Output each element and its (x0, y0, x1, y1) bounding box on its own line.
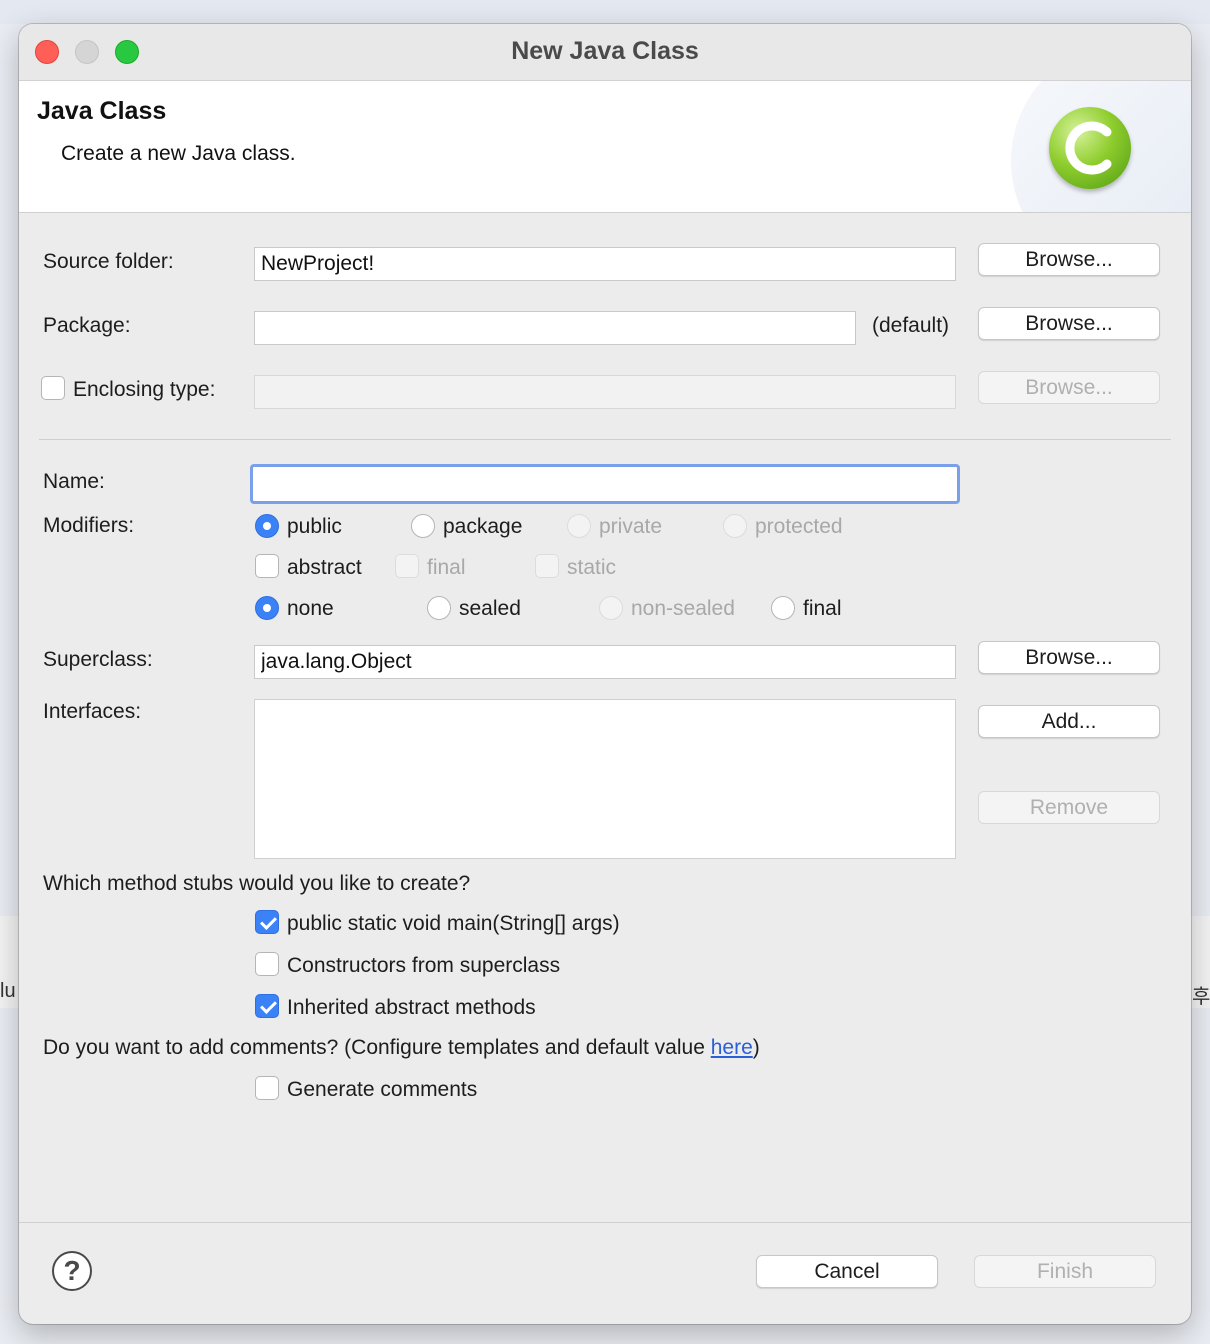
modifier-package-label: package (443, 515, 523, 538)
superclass-browse-button[interactable]: Browse... (978, 641, 1160, 674)
sealing-none-radio[interactable] (255, 596, 279, 620)
sealing-sealed-label: sealed (459, 597, 521, 620)
modifier-public-label: public (287, 515, 342, 538)
source-folder-label: Source folder: (43, 250, 174, 273)
package-browse-button[interactable]: Browse... (978, 307, 1160, 340)
modifier-protected-radio (723, 514, 747, 538)
source-folder-input[interactable] (254, 247, 956, 281)
sealing-final-radio[interactable] (771, 596, 795, 620)
finish-button: Finish (974, 1255, 1156, 1288)
sealing-none-label: none (287, 597, 334, 620)
title-bar: New Java Class (19, 24, 1191, 81)
enclosing-type-checkbox[interactable] (41, 376, 65, 400)
stub-constructors-checkbox[interactable] (255, 952, 279, 976)
stub-inherited-label: Inherited abstract methods (287, 996, 536, 1019)
modifier-final-label: final (427, 556, 466, 579)
interfaces-label: Interfaces: (43, 700, 142, 723)
source-folder-browse-button[interactable]: Browse... (978, 243, 1160, 276)
modifier-static-checkbox (535, 554, 559, 578)
modifier-private-radio (567, 514, 591, 538)
enclosing-type-input (254, 375, 956, 409)
generate-comments-checkbox[interactable] (255, 1076, 279, 1100)
java-class-c-icon (1049, 107, 1131, 189)
comments-question-suffix: ) (752, 1036, 760, 1059)
stub-main-checkbox[interactable] (255, 910, 279, 934)
comments-question: Do you want to add comments? (Configure … (43, 1036, 760, 1060)
background-app-strip (0, 0, 1210, 24)
modifiers-label: Modifiers: (43, 514, 135, 537)
new-java-class-dialog: New Java Class Java Class Create a new J… (19, 24, 1191, 1324)
sealing-non-sealed-radio (599, 596, 623, 620)
interfaces-list[interactable] (254, 699, 956, 859)
interfaces-remove-button: Remove (978, 791, 1160, 824)
sealing-final-label: final (803, 597, 842, 620)
cancel-button[interactable]: Cancel (756, 1255, 938, 1288)
enclosing-type-label: Enclosing type: (73, 378, 216, 401)
footer-divider (19, 1222, 1191, 1223)
class-name-input[interactable] (250, 464, 960, 504)
package-label: Package: (43, 314, 131, 337)
method-stubs-question: Which method stubs would you like to cre… (43, 872, 471, 895)
sealing-sealed-radio[interactable] (427, 596, 451, 620)
help-icon[interactable]: ? (52, 1251, 92, 1291)
comments-question-text: Do you want to add comments? (Configure … (43, 1036, 711, 1059)
background-text-left: lu (0, 980, 16, 1002)
section-divider (39, 439, 1171, 440)
package-default-hint: (default) (872, 314, 950, 337)
modifier-package-radio[interactable] (411, 514, 435, 538)
stub-constructors-label: Constructors from superclass (287, 954, 561, 977)
sealing-non-sealed-label: non-sealed (631, 597, 735, 620)
modifier-static-label: static (567, 556, 617, 579)
generate-comments-label: Generate comments (287, 1078, 478, 1101)
modifier-abstract-checkbox[interactable] (255, 554, 279, 578)
wizard-banner: Java Class Create a new Java class. (19, 81, 1191, 213)
wizard-page-title: Java Class (37, 97, 167, 125)
package-input[interactable] (254, 311, 856, 345)
window-title: New Java Class (511, 37, 699, 65)
enclosing-type-browse-button: Browse... (978, 371, 1160, 404)
stub-inherited-checkbox[interactable] (255, 994, 279, 1018)
modifier-private-label: private (599, 515, 663, 538)
configure-templates-link[interactable]: here (711, 1036, 753, 1059)
background-text-right: 후 (1192, 986, 1210, 1008)
name-label: Name: (43, 470, 105, 493)
wizard-page-description: Create a new Java class. (61, 142, 296, 165)
modifier-protected-label: protected (755, 515, 843, 538)
modifier-abstract-label: abstract (287, 556, 362, 579)
stub-main-label: public static void main(String[] args) (287, 912, 620, 935)
modifier-final-checkbox (395, 554, 419, 578)
interfaces-add-button[interactable]: Add... (978, 705, 1160, 738)
superclass-label: Superclass: (43, 648, 153, 671)
superclass-input[interactable] (254, 645, 956, 679)
modifier-public-radio[interactable] (255, 514, 279, 538)
